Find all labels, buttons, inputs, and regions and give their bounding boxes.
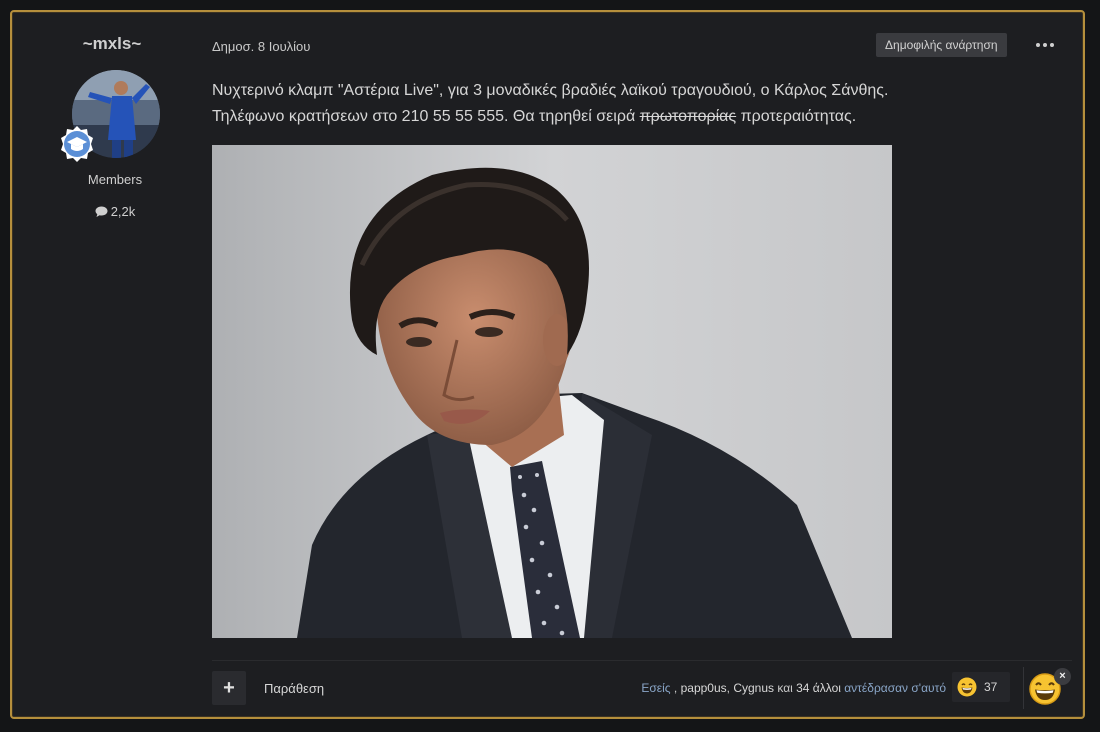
reactor-user-link[interactable]: Cygnus — [733, 681, 774, 695]
divider — [212, 660, 1072, 661]
reactions-summary: Εσείς , papp0us, Cygnus και 34 άλλοι αντ… — [641, 681, 946, 695]
portrait-photo — [212, 145, 892, 638]
post-content: Νυχτερινό κλαμπ "Αστέρια Live", για 3 μο… — [212, 78, 952, 130]
author-panel: ~mxls~ Members 2,2k — [12, 12, 212, 717]
reactor-user-link[interactable]: papp0us — [681, 681, 727, 695]
reacted-text: αντέδρασαν σ'αυτό — [840, 681, 946, 695]
forum-post: ~mxls~ Members 2,2k Δημοσ. 8 Ιουλίου Δημ… — [10, 10, 1085, 719]
post-text-before: Τηλέφωνο κρατήσεων στο 210 55 55 555. Θα… — [212, 108, 640, 125]
reaction-count: 37 — [984, 680, 998, 694]
laughing-face-icon — [957, 677, 977, 697]
reactor-you-link[interactable]: Εσείς — [641, 681, 670, 695]
author-name-link[interactable]: ~mxls~ — [12, 34, 212, 54]
popular-post-badge: Δημοφιλής ανάρτηση — [876, 33, 1007, 57]
ellipsis-icon[interactable] — [1036, 36, 1056, 52]
reaction-count-button[interactable]: 37 — [952, 672, 1010, 702]
strikethrough-text: πρωτοπορίας — [639, 108, 737, 125]
graduation-cap-badge-icon — [61, 126, 93, 162]
post-count-value: 2,2k — [110, 204, 136, 219]
post-date-link[interactable]: Δημοσ. 8 Ιουλίου — [212, 39, 310, 54]
multiquote-add-button[interactable]: + — [212, 671, 246, 705]
conjunction: και — [774, 681, 797, 695]
member-group: Members — [87, 172, 143, 187]
quote-button[interactable]: Παράθεση — [264, 681, 324, 696]
post-count: 2,2k — [12, 204, 218, 219]
close-icon[interactable]: × — [1054, 668, 1071, 685]
post-image[interactable] — [212, 145, 892, 638]
separator: , — [670, 681, 681, 695]
post-text-after: προτεραιότητας. — [736, 108, 857, 125]
reactor-others-link[interactable]: 34 άλλοι — [796, 681, 841, 695]
speech-bubble-icon — [95, 206, 108, 217]
post-text-line-1: Νυχτερινό κλαμπ "Αστέρια Live", για 3 μο… — [212, 82, 889, 99]
post-text-line-2: Τηλέφωνο κρατήσεων στο 210 55 55 555. Θα… — [212, 104, 952, 130]
divider — [1023, 667, 1024, 709]
